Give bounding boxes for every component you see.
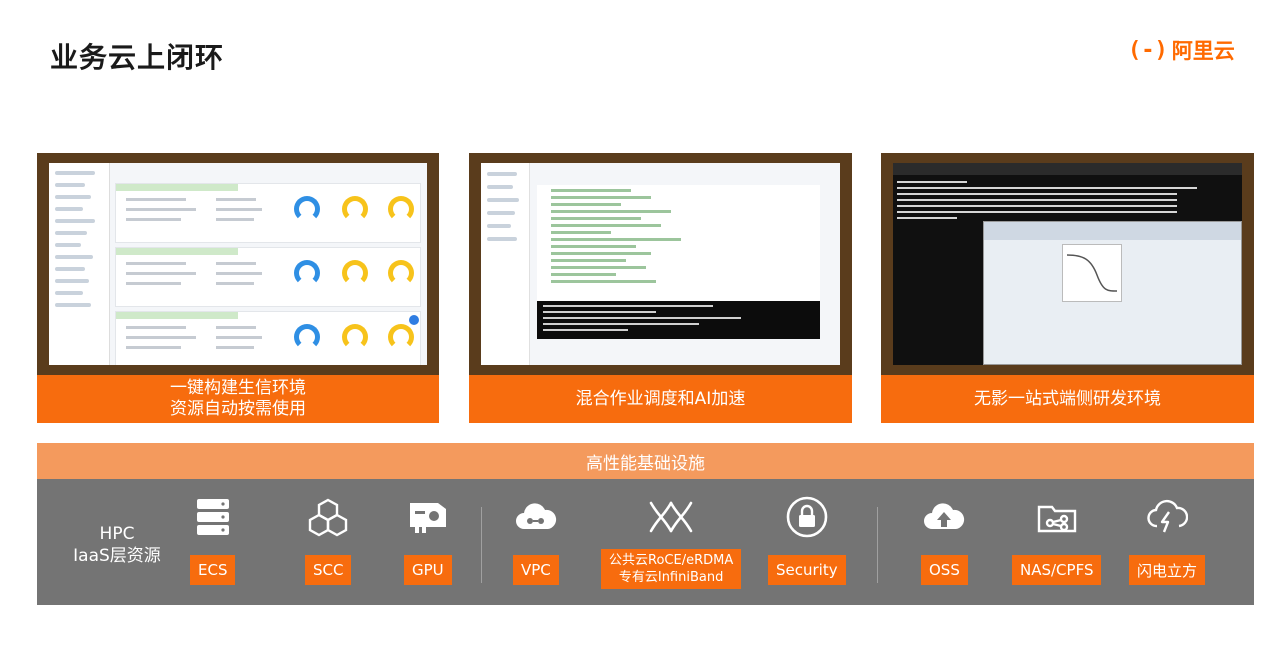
cluster-row xyxy=(115,311,421,365)
infra-item-gpu: GPU xyxy=(404,497,452,585)
infra-label: 闪电立方 xyxy=(1129,555,1206,585)
gpu-card-icon xyxy=(406,497,450,537)
cluster-row xyxy=(115,183,421,243)
group-divider xyxy=(877,507,878,583)
screenshot-frame xyxy=(881,153,1254,375)
gauge-icon xyxy=(294,196,320,222)
security-lock-icon xyxy=(785,496,829,538)
caption-line: 一键构建生信环境 xyxy=(170,378,306,398)
infra-label: 公共云RoCE/eRDMA 专有云InfiniBand xyxy=(601,549,742,589)
card-caption: 一键构建生信环境 资源自动按需使用 xyxy=(37,375,439,423)
card-hybrid-scheduling: 混合作业调度和AI加速 xyxy=(469,153,852,423)
gauge-icon xyxy=(342,260,368,286)
infra-item-rdma: 公共云RoCE/eRDMA 专有云InfiniBand xyxy=(601,497,742,589)
infra-item-lightning-cube: 闪电立方 xyxy=(1129,497,1206,585)
logo-text: 阿里云 xyxy=(1171,39,1235,63)
cloud-network-icon xyxy=(514,497,558,537)
terminal-pane xyxy=(537,301,820,339)
server-icon xyxy=(191,497,235,537)
infra-label: OSS xyxy=(921,555,968,585)
infra-label: VPC xyxy=(513,555,559,585)
hpc-label-line: HPC xyxy=(99,524,135,544)
card-bioinfo-environment: 一键构建生信环境 资源自动按需使用 xyxy=(37,153,439,423)
plot-preview xyxy=(1062,244,1122,302)
infra-header: 高性能基础设施 xyxy=(37,443,1254,479)
page-title: 业务云上闭环 xyxy=(50,41,225,74)
screenshot-frame xyxy=(37,153,439,375)
gauge-icon xyxy=(388,324,414,350)
gauge-icon xyxy=(294,260,320,286)
infra-item-scc: SCC xyxy=(305,497,352,585)
card-caption: 无影一站式端侧研发环境 xyxy=(881,375,1254,423)
gauge-icon xyxy=(388,196,414,222)
screenshot-frame xyxy=(469,153,852,375)
group-divider xyxy=(481,507,482,583)
gauge-icon xyxy=(342,324,368,350)
infra-item-oss: OSS xyxy=(921,497,968,585)
rdma-network-icon xyxy=(649,497,693,537)
infra-label-line: 专有云InfiniBand xyxy=(618,570,724,585)
hpc-label-line: IaaS层资源 xyxy=(73,546,161,566)
infra-band: HPC IaaS层资源 ECS SCC GPU VPC 公共云RoCE/eRDM… xyxy=(37,479,1254,605)
infra-item-nas: NAS/CPFS xyxy=(1012,497,1102,585)
shared-folder-icon xyxy=(1035,497,1079,537)
caption-line: 资源自动按需使用 xyxy=(170,399,306,419)
logo-mark: (-) xyxy=(1128,37,1168,63)
cluster-icon xyxy=(306,497,350,537)
infra-item-security: Security xyxy=(768,496,846,585)
screenshot-terminal-desktop xyxy=(893,163,1242,365)
cloud-lightning-icon xyxy=(1145,497,1189,537)
screenshot-code-editor xyxy=(481,163,840,365)
terminal-titlebar xyxy=(893,163,1242,175)
infra-label: Security xyxy=(768,555,846,585)
infra-label: SCC xyxy=(305,555,352,585)
aliyun-logo: (-) 阿里云 xyxy=(1128,36,1235,64)
gauge-icon xyxy=(294,324,320,350)
caption-line: 无影一站式端侧研发环境 xyxy=(974,388,1161,409)
card-caption: 混合作业调度和AI加速 xyxy=(469,375,852,423)
caption-line: 混合作业调度和AI加速 xyxy=(575,388,746,409)
editor-sidebar xyxy=(481,163,530,365)
infra-label: GPU xyxy=(404,555,452,585)
infra-item-ecs: ECS xyxy=(190,497,236,585)
hpc-iaas-label: HPC IaaS层资源 xyxy=(71,523,163,567)
infra-label: NAS/CPFS xyxy=(1012,555,1102,585)
card-cloud-desktop: 无影一站式端侧研发环境 xyxy=(881,153,1254,423)
help-bubble-icon xyxy=(409,315,419,325)
simulation-app-window xyxy=(983,221,1242,365)
cluster-row xyxy=(115,247,421,307)
screenshot-hpc-console xyxy=(49,163,427,365)
infra-label: ECS xyxy=(190,555,236,585)
console-sidebar xyxy=(49,163,110,365)
infra-item-vpc: VPC xyxy=(513,497,559,585)
gauge-icon xyxy=(342,196,368,222)
infra-label-line: 公共云RoCE/eRDMA xyxy=(609,553,734,568)
gauge-icon xyxy=(388,260,414,286)
code-pane xyxy=(537,185,820,305)
cloud-upload-icon xyxy=(922,497,966,537)
